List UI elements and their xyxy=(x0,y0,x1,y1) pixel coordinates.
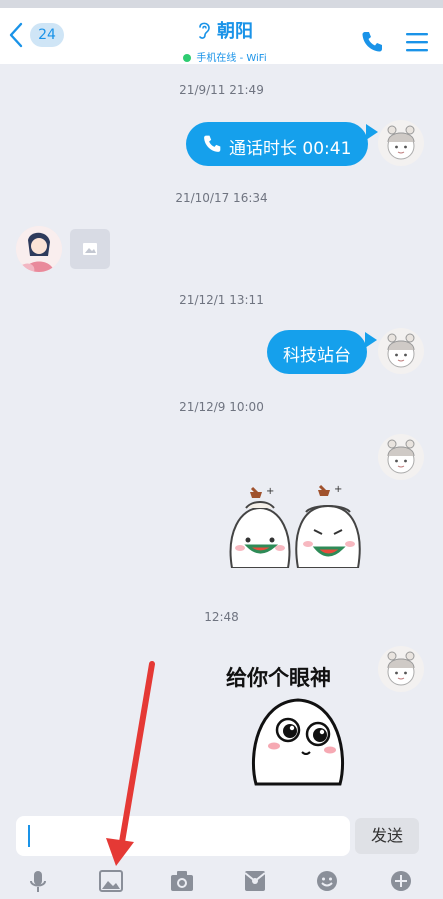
input-toolbar xyxy=(0,866,443,899)
text-cursor xyxy=(28,825,30,847)
my-avatar[interactable] xyxy=(378,434,424,480)
bubble-tail xyxy=(365,332,377,348)
cartoon-girl-avatar xyxy=(387,651,415,686)
my-avatar[interactable] xyxy=(378,328,424,374)
plus-icon[interactable] xyxy=(390,870,412,892)
message-text: 科技站台 xyxy=(283,346,351,366)
contact-title[interactable]: 朝阳 手机在线 - WiFi xyxy=(150,17,300,64)
timestamp: 21/12/9 10:00 xyxy=(179,400,264,414)
eye-contact-sticker[interactable]: 给你个眼神 xyxy=(226,654,366,794)
send-button[interactable]: 发送 xyxy=(355,818,419,854)
call-duration-text: 通话时长 00:41 xyxy=(229,139,352,159)
status-strip xyxy=(0,0,443,8)
anime-girl-avatar xyxy=(16,226,62,272)
cartoon-girl-avatar xyxy=(387,333,415,368)
red-packet-icon[interactable] xyxy=(244,870,266,892)
online-dot xyxy=(183,54,192,62)
round-face-drawing xyxy=(252,698,344,786)
image-message-thumbnail[interactable] xyxy=(70,229,110,269)
svg-text:+: + xyxy=(266,486,274,497)
svg-text:+: + xyxy=(334,484,342,495)
image-placeholder-icon xyxy=(83,243,97,255)
timestamp: 12:48 xyxy=(204,610,239,624)
back-icon[interactable] xyxy=(4,20,28,50)
timestamp: 21/9/11 21:49 xyxy=(179,83,264,97)
online-status: 手机在线 - WiFi xyxy=(150,49,300,64)
call-record-bubble[interactable]: 通话时长 00:41 xyxy=(186,122,368,166)
text-message-bubble[interactable]: 科技站台 xyxy=(267,330,367,374)
status-text: 手机在线 - WiFi xyxy=(196,53,267,64)
microphone-icon[interactable] xyxy=(28,870,48,894)
unread-badge[interactable]: 24 xyxy=(30,23,64,47)
message-input[interactable] xyxy=(16,816,350,856)
chat-header: 24 朝阳 手机在线 - WiFi xyxy=(0,8,443,64)
my-avatar[interactable] xyxy=(378,646,424,692)
phone-icon xyxy=(204,135,221,152)
ear-icon xyxy=(199,22,210,39)
emoji-icon[interactable] xyxy=(316,870,338,892)
timestamp: 21/12/1 13:11 xyxy=(179,293,264,307)
my-avatar[interactable] xyxy=(378,120,424,166)
cartoon-girl-avatar xyxy=(387,439,415,474)
timestamp: 21/10/17 16:34 xyxy=(175,191,268,205)
contact-name: 朝阳 xyxy=(217,21,253,42)
contact-avatar[interactable] xyxy=(16,226,62,272)
bubble-tail xyxy=(366,124,378,140)
image-icon[interactable] xyxy=(99,870,123,892)
cartoon-girl-avatar xyxy=(387,125,415,160)
sticker-caption: 给你个眼神 xyxy=(226,666,331,690)
phone-icon[interactable] xyxy=(360,30,384,54)
camera-icon[interactable] xyxy=(170,870,194,892)
menu-icon[interactable] xyxy=(406,32,428,52)
watermelon-sticker[interactable]: + + xyxy=(222,478,370,568)
